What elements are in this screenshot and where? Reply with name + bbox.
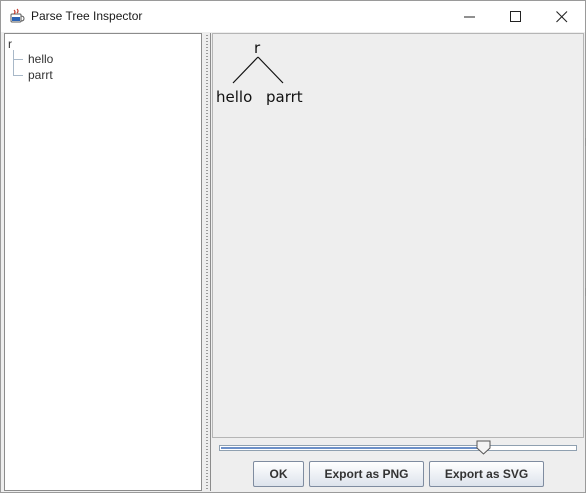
zoom-slider-fill [221, 447, 484, 449]
java-cup-icon [10, 8, 26, 24]
export-svg-button[interactable]: Export as SVG [429, 461, 544, 487]
edge-root-parrt [257, 56, 284, 84]
parse-node-parrt: parrt [266, 88, 303, 106]
tree-node-hello[interactable]: hello [28, 52, 53, 66]
maximize-icon [510, 11, 521, 22]
zoom-slider-track[interactable] [219, 445, 577, 451]
ok-button[interactable]: OK [253, 461, 304, 487]
tree-node-root[interactable]: r [8, 37, 12, 51]
minimize-icon [464, 16, 475, 18]
window-title: Parse Tree Inspector [31, 9, 143, 23]
close-button[interactable] [539, 1, 585, 32]
minimize-button[interactable] [447, 1, 493, 32]
parse-node-hello: hello [216, 88, 253, 106]
export-png-button[interactable]: Export as PNG [309, 461, 424, 487]
close-icon [556, 11, 568, 23]
tree-panel[interactable]: r hello parrt [4, 33, 202, 491]
maximize-button[interactable] [493, 1, 539, 32]
zoom-slider-thumb[interactable] [476, 440, 491, 455]
split-pane-divider[interactable] [203, 33, 210, 491]
title-bar[interactable]: Parse Tree Inspector [1, 1, 585, 32]
parse-tree-edges [232, 56, 284, 84]
zoom-slider[interactable] [219, 440, 577, 457]
tree-node-parrt[interactable]: parrt [28, 68, 53, 82]
parse-node-root: r [254, 39, 261, 57]
edge-root-hello [232, 56, 259, 84]
divider-grip [206, 35, 208, 489]
parse-tree-canvas[interactable]: r hello parrt [212, 33, 584, 438]
app-window: Parse Tree Inspector r hello parrt r hel… [0, 0, 586, 493]
